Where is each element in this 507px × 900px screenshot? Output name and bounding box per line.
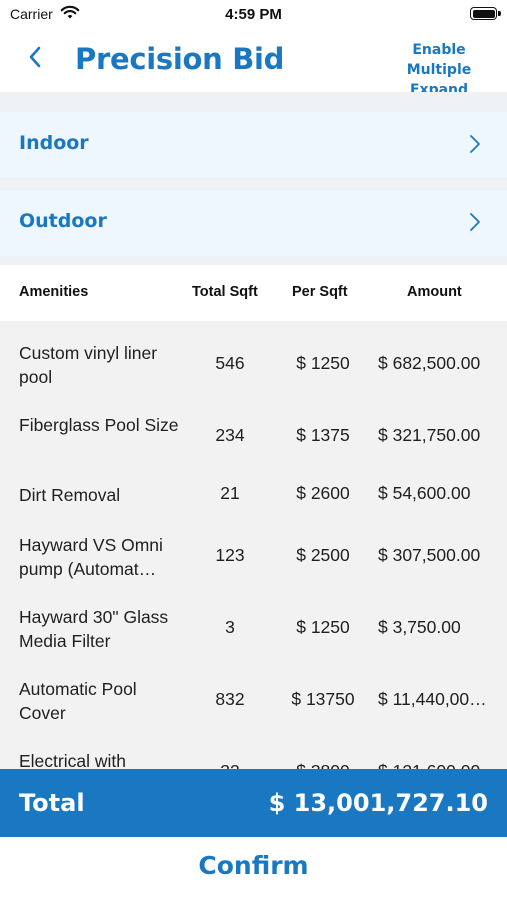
chevron-right-icon (469, 212, 481, 237)
battery-icon (470, 7, 497, 20)
cell-total-sqft: 32 (190, 761, 270, 769)
cell-amount: $ 321,750.00 (378, 425, 481, 445)
cell-per-sqft: $ 1375 (296, 425, 350, 445)
page-title: Precision Bid (75, 42, 285, 76)
table-header: Amenities Total Sqft Per Sqft Amount (0, 265, 507, 321)
battery-tip (498, 11, 501, 16)
table-row: Custom vinyl liner pool 546 $ 1250 $ 682… (0, 339, 507, 411)
header-total-sqft: Total Sqft (192, 284, 258, 300)
cell-amenity: Custom vinyl liner pool (19, 343, 158, 387)
cell-per-sqft: $ 13750 (291, 689, 355, 709)
table-row: Fiberglass Pool Size 234 $ 1375 $ 321,75… (0, 411, 507, 483)
section-indoor-label: Indoor (19, 132, 89, 154)
cell-amount: $ 307,500.00 (378, 545, 481, 565)
enable-multiple-expand-button[interactable]: Enable Multiple Expand (379, 40, 499, 100)
total-value: $ 13,001,727.10 (268, 789, 488, 817)
status-bar: Carrier 4:59 PM (0, 0, 507, 30)
cell-amenity: Hayward 30" Glass Media Filter (19, 607, 169, 651)
cell-total-sqft: 21 (220, 483, 240, 503)
table-row: Automatic Pool Cover 832 $ 13750 $ 11,44… (0, 675, 507, 747)
cell-amenity: Fiberglass Pool Size (19, 415, 179, 435)
section-gap (0, 92, 507, 112)
cell-total-sqft: 832 (215, 689, 245, 709)
header-amount: Amount (407, 284, 462, 300)
back-button[interactable] (20, 44, 50, 74)
section-indoor[interactable]: Indoor (0, 112, 507, 178)
table-row: Electrical with 32 $ 3800 $ 121,600.00 (0, 747, 507, 769)
confirm-button[interactable]: Confirm (0, 851, 507, 880)
cell-amount: $ 121,600.00 (378, 761, 494, 769)
cell-per-sqft: $ 2600 (296, 483, 350, 503)
navigation-bar: Precision Bid Enable Multiple Expand (0, 30, 507, 98)
cell-amount: $ 682,500.00 (378, 353, 481, 373)
header-amenities: Amenities (19, 284, 89, 300)
header-per-sqft: Per Sqft (292, 284, 348, 300)
cell-per-sqft: $ 2500 (296, 545, 350, 565)
amenities-table[interactable]: Custom vinyl liner pool 546 $ 1250 $ 682… (0, 321, 507, 769)
section-outdoor[interactable]: Outdoor (0, 190, 507, 256)
total-bar: Total $ 13,001,727.10 (0, 769, 507, 837)
cell-amenity: Hayward VS Omni pump (Automat… (19, 535, 163, 579)
clock: 4:59 PM (225, 6, 282, 23)
cell-amenity: Dirt Removal (19, 485, 121, 505)
cell-amenity: Automatic Pool Cover (19, 679, 137, 723)
cell-amount: $ 11,440,00… (378, 689, 487, 709)
table-row: Dirt Removal 21 $ 2600 $ 54,600.00 (0, 483, 507, 531)
table-row: Hayward VS Omni pump (Automat… 123 $ 250… (0, 531, 507, 603)
table-row: Hayward 30" Glass Media Filter 3 $ 1250 … (0, 603, 507, 675)
section-gap (0, 178, 507, 190)
cell-amenity: Electrical with (19, 751, 126, 769)
section-gap (0, 256, 507, 265)
cell-total-sqft: 123 (215, 545, 245, 565)
cell-total-sqft: 546 (215, 353, 245, 373)
total-label: Total (19, 789, 85, 817)
cell-total-sqft: 3 (225, 617, 235, 637)
section-outdoor-label: Outdoor (19, 210, 107, 232)
cell-per-sqft: $ 1250 (296, 617, 350, 637)
cell-total-sqft: 234 (215, 425, 245, 445)
enable-multiple-expand-line1: Enable Multiple (406, 42, 472, 78)
cell-amount: $ 54,600.00 (378, 483, 471, 503)
cell-per-sqft: $ 3800 (283, 761, 363, 769)
chevron-left-icon (28, 46, 42, 73)
cell-amount: $ 3,750.00 (378, 617, 461, 637)
confirm-area: Confirm (0, 837, 507, 900)
cell-per-sqft: $ 1250 (296, 353, 350, 373)
chevron-right-icon (469, 134, 481, 159)
